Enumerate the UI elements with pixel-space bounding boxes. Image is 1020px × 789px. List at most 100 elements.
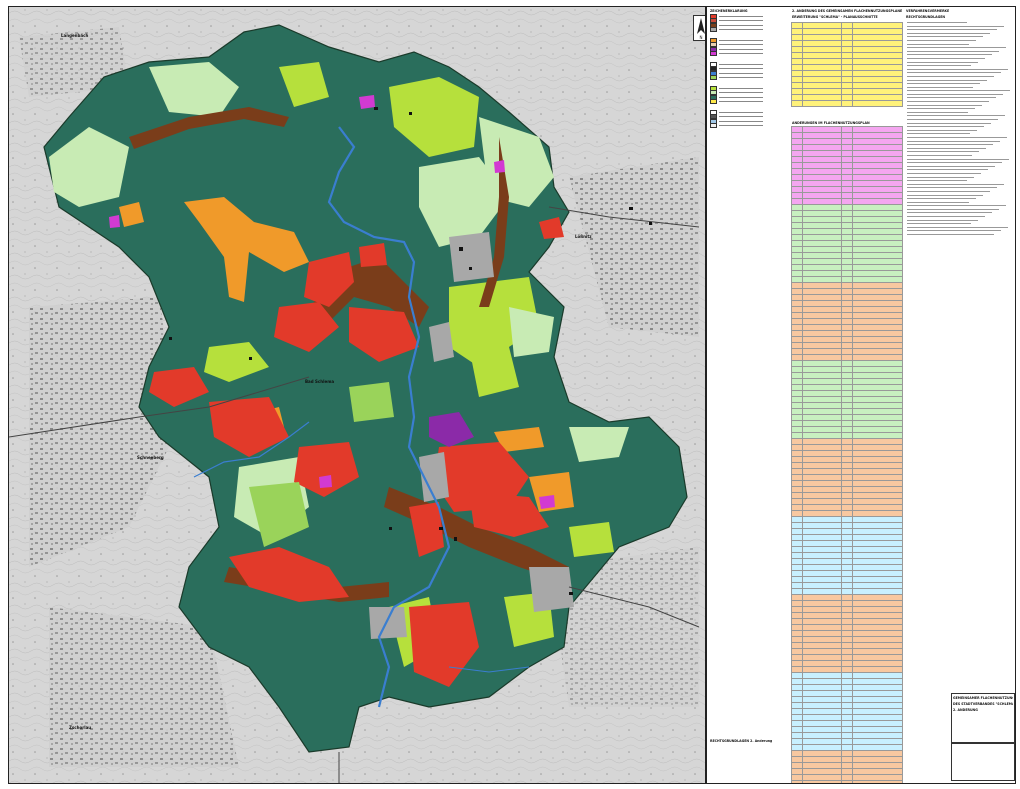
note-line <box>907 183 1004 185</box>
note-line <box>907 169 988 170</box>
note-line <box>907 47 1006 48</box>
note-line <box>907 25 1004 27</box>
note-line <box>907 187 997 188</box>
note-line <box>907 57 985 59</box>
title-block-line3: 2. ÄNDERUNG <box>953 708 978 712</box>
note-line <box>907 79 987 81</box>
changes-column: 2. ÄNDERUNG DES GEMEINSAMEN FLÄCHENNUTZU… <box>791 7 903 783</box>
land-use-map[interactable]: Bad Schlema Lößnitz Zschorlau Schneeberg… <box>8 6 706 784</box>
legend-swatch <box>710 27 717 33</box>
legend-swatch <box>710 123 717 129</box>
note-line <box>907 83 980 84</box>
note-line <box>907 43 969 45</box>
note-line <box>907 122 991 124</box>
legend-column: ZEICHENERKLÄRUNG RECHTSGRUNDLAGEN 2. Änd… <box>709 7 789 783</box>
place-label-bad-schlema: Bad Schlema <box>305 379 335 384</box>
note-line <box>907 162 1002 163</box>
legend-text-line <box>719 68 763 70</box>
place-label-langenbach: Langenbach <box>61 33 89 38</box>
note-line <box>907 104 982 106</box>
changes-title: 2. ÄNDERUNG DES GEMEINSAMEN FLÄCHENNUTZU… <box>792 9 902 13</box>
map-canvas <box>9 7 705 783</box>
note-line <box>907 22 967 23</box>
note-line <box>907 151 979 152</box>
note-line <box>907 212 992 214</box>
note-line <box>907 93 1003 95</box>
note-line <box>907 230 1001 232</box>
note-line <box>907 144 993 145</box>
plan-sheet: Bad Schlema Lößnitz Zschorlau Schneeberg… <box>0 0 1020 789</box>
note-line <box>907 190 990 192</box>
note-line <box>907 180 967 181</box>
legend-text-line <box>719 53 763 55</box>
legend-panel: ZEICHENERKLÄRUNG RECHTSGRUNDLAGEN 2. Änd… <box>706 6 1016 784</box>
legend-footer: RECHTSGRUNDLAGEN 2. Änderung <box>710 739 773 743</box>
legend-text-line <box>719 92 763 94</box>
title-block-line2: DES STADTVERBANDES "SCHLEMA" <box>953 702 1013 706</box>
note-line <box>907 198 976 199</box>
changes-subtitle: ERWEITERUNG "SCHLEMA" - PLANAUSSCHNITTE <box>792 15 878 19</box>
legend-text-line <box>719 77 763 79</box>
legend-text-line <box>719 24 763 26</box>
signature-block <box>951 743 1015 781</box>
legend-text-line <box>719 44 763 46</box>
table-row <box>791 780 903 783</box>
legend-title: ZEICHENERKLÄRUNG <box>710 9 748 13</box>
note-line <box>907 119 998 120</box>
note-line <box>907 201 969 203</box>
note-line <box>907 234 994 235</box>
legend-text-line <box>719 39 763 41</box>
note-line <box>907 223 971 224</box>
place-label-loessnitz: Lößnitz <box>575 234 592 239</box>
note-line <box>907 90 1010 91</box>
north-arrow-icon: N <box>693 15 705 41</box>
changes-table-main <box>791 126 903 783</box>
changes-table-top <box>791 22 903 107</box>
note-line <box>907 137 1007 138</box>
note-line <box>907 133 970 134</box>
note-line <box>907 194 983 196</box>
procedure-notes <box>905 22 1015 235</box>
note-line <box>907 61 978 63</box>
legend-swatch <box>710 99 717 105</box>
note-line <box>907 39 976 41</box>
legend-text-line <box>719 48 763 50</box>
title-block: GEMEINSAMER FLÄCHENNUTZUNGSPLAN DES STAD… <box>951 693 1015 743</box>
legend-swatch <box>710 51 717 57</box>
note-line <box>907 126 984 127</box>
note-line <box>907 68 1008 70</box>
note-line <box>907 65 971 66</box>
note-line <box>907 97 996 99</box>
note-line <box>907 72 1001 73</box>
procedure-column: VERFAHRENSVERMERKE RECHTSGRUNDLAGEN <box>905 7 1015 783</box>
note-line <box>907 226 1008 228</box>
note-line <box>907 54 992 55</box>
legend-text-line <box>719 29 763 31</box>
legend-swatch <box>710 75 717 81</box>
place-label-zschorlau: Zschorlau <box>69 725 92 730</box>
note-line <box>907 216 985 217</box>
legend-text-line <box>719 120 763 122</box>
legend-text-line <box>719 63 763 65</box>
svg-text:N: N <box>700 35 703 40</box>
note-line <box>907 32 990 34</box>
legend-text-line <box>719 15 763 17</box>
legend-list <box>709 13 789 134</box>
note-line <box>907 50 999 52</box>
place-label-schneeberg: Schneeberg <box>137 455 164 460</box>
legend-text-line <box>719 96 763 98</box>
note-line <box>907 154 972 156</box>
note-line <box>907 147 986 149</box>
legend-text-line <box>719 20 763 22</box>
legend-text-line <box>719 87 763 89</box>
note-line <box>907 108 975 109</box>
note-line <box>907 176 974 178</box>
note-line <box>907 140 1000 142</box>
note-line <box>907 36 983 37</box>
legend-text-line <box>719 125 763 127</box>
legend-text-line <box>719 101 763 103</box>
note-line <box>907 219 978 221</box>
note-line <box>907 75 994 77</box>
note-line <box>907 29 997 30</box>
note-line <box>907 208 999 210</box>
